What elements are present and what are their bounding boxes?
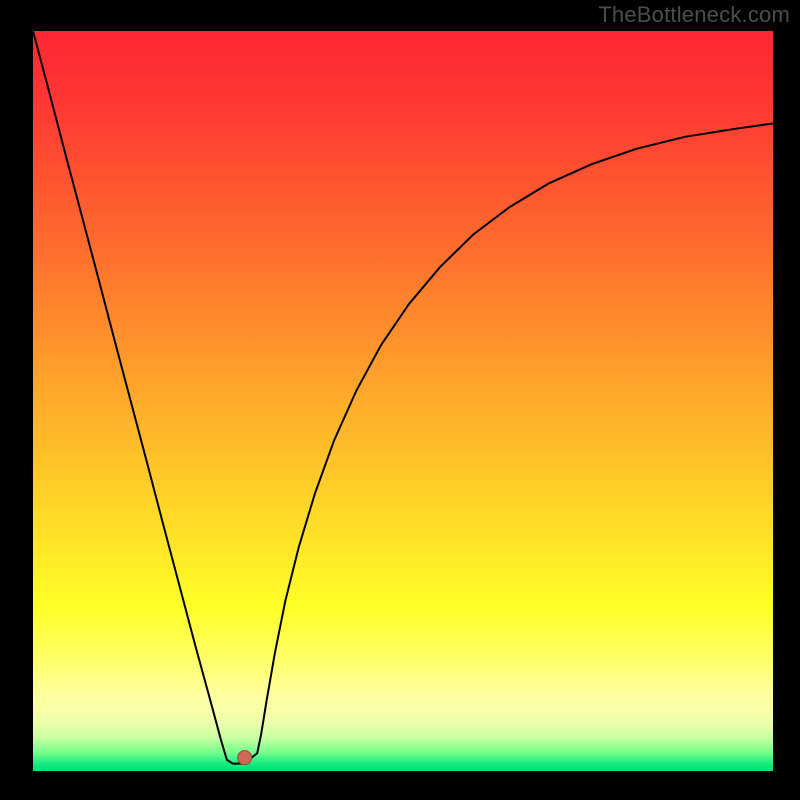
plot-frame [33,31,773,771]
plot-svg [33,31,773,771]
watermark-text: TheBottleneck.com [598,2,790,28]
marker-dot [238,751,252,765]
chart-root: TheBottleneck.com [0,0,800,800]
